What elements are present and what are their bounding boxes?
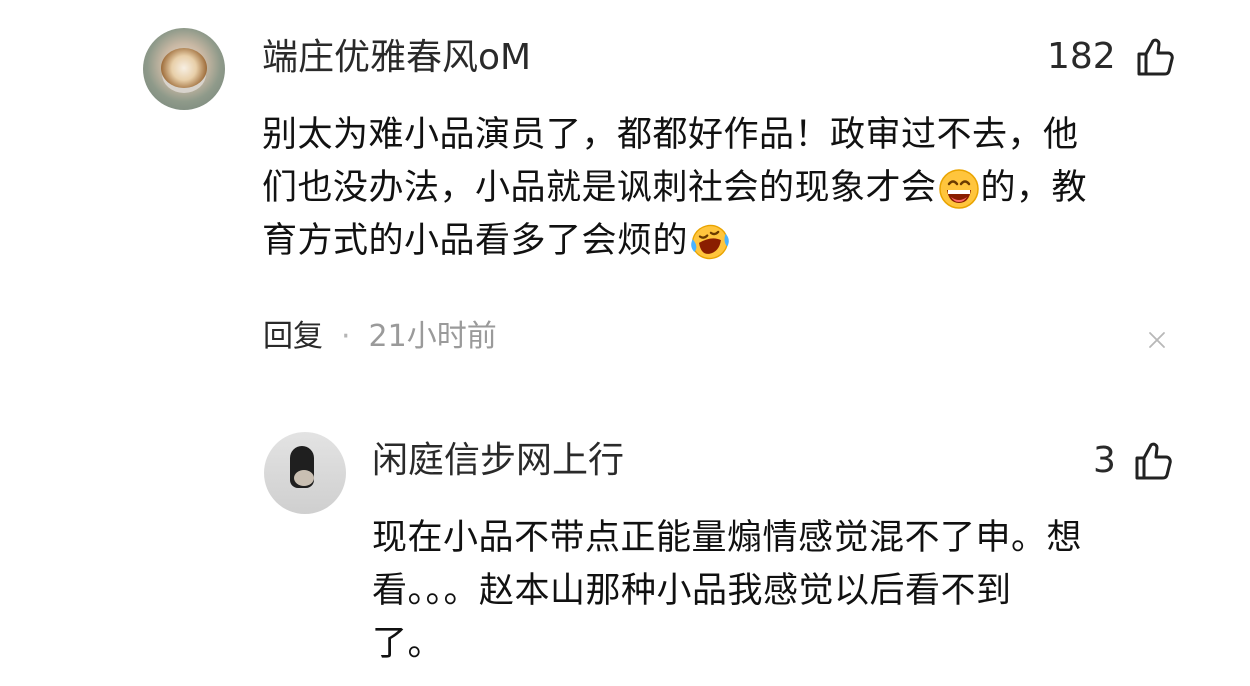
crying-laughing-face-emoji-icon (689, 221, 731, 263)
avatar-face (294, 470, 314, 486)
like-count: 182 (1047, 36, 1116, 77)
thumbs-up-icon[interactable] (1134, 441, 1172, 481)
reply-avatar[interactable] (264, 432, 346, 514)
coffee-cup-image (161, 48, 207, 88)
close-icon[interactable] (1148, 331, 1166, 349)
reply-text: 现在小品不带点正能量煽情感觉混不了申。想 看。。。赵本山那种小品我感觉以后看不到… (372, 512, 1192, 671)
thumbs-up-icon[interactable] (1136, 37, 1174, 77)
comment-text: 别太为难小品演员了，都都好作品！政审过不去，他 们也没办法，小品就是讽刺社会的现… (262, 109, 1182, 268)
like-button[interactable]: 182 (1047, 36, 1174, 78)
comment-line: 们也没办法，小品就是讽刺社会的现象才会 的，教 (262, 168, 1088, 210)
reply-line: 了。 (372, 624, 444, 664)
reply-line: 看。。。赵本山那种小品我感觉以后看不到 (372, 571, 1012, 611)
comment-meta: 回复 · 21小时前 (263, 317, 497, 357)
comment-line: 育方式的小品看多了会烦的 (262, 215, 1182, 268)
reply-like-button[interactable]: 3 (1093, 440, 1172, 482)
reply-like-count: 3 (1093, 440, 1116, 481)
comment-line: 别太为难小品演员了，都都好作品！政审过不去，他 (262, 115, 1079, 155)
separator-dot: · (341, 319, 351, 354)
grinning-face-emoji-icon (938, 168, 980, 210)
reply-line: 现在小品不带点正能量煽情感觉混不了申。想 (372, 518, 1083, 558)
reply-username[interactable]: 闲庭信步网上行 (372, 440, 624, 482)
avatar[interactable] (143, 28, 225, 110)
timestamp: 21小时前 (368, 319, 497, 354)
reply-button[interactable]: 回复 (263, 317, 323, 357)
username[interactable]: 端庄优雅春风oM (262, 37, 531, 79)
